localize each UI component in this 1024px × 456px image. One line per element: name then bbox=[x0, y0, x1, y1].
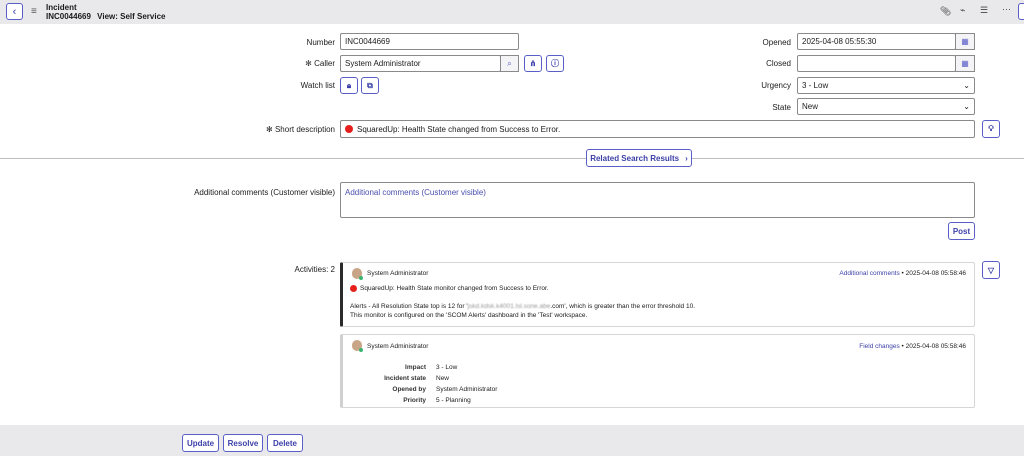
opened-label: Opened bbox=[762, 38, 791, 47]
pulse-icon[interactable]: ⌁ bbox=[960, 5, 965, 16]
record-number: INC0044669 bbox=[46, 12, 91, 21]
add-me-button[interactable]: ⧉ bbox=[361, 77, 379, 94]
field-change-row: Opened by System Administrator bbox=[343, 384, 643, 395]
field-value: System Administrator bbox=[436, 386, 498, 393]
caller-tree-button[interactable]: ⋔ bbox=[524, 55, 542, 72]
activity-field-changes-card: System Administrator Field changes • 202… bbox=[340, 334, 975, 408]
watch-list-lock-button[interactable]: 🔒︎ bbox=[340, 77, 358, 94]
red-status-icon bbox=[345, 125, 353, 133]
activity-time: 2025-04-08 05:58:46 bbox=[905, 343, 966, 350]
search-icon[interactable]: ⌕ bbox=[500, 55, 519, 72]
avatar bbox=[352, 340, 363, 352]
number-label: Number bbox=[306, 38, 335, 47]
short-description-input[interactable]: SquaredUp: Health State changed from Suc… bbox=[340, 120, 975, 138]
opened-input[interactable]: 2025-04-08 05:55:30 bbox=[797, 33, 956, 50]
activity-type: Field changes bbox=[859, 343, 900, 350]
urgency-label: Urgency bbox=[761, 81, 791, 90]
form-footer bbox=[0, 425, 1024, 456]
field-name: Incident state bbox=[384, 375, 426, 382]
red-status-icon bbox=[350, 285, 357, 292]
field-value: New bbox=[436, 375, 450, 382]
suggestion-button[interactable]: 💡︎ bbox=[982, 120, 1000, 138]
lock-icon: 🔒︎ bbox=[346, 80, 352, 90]
closed-input[interactable] bbox=[797, 55, 956, 72]
activity-body-line2: This monitor is configured on the 'SCOM … bbox=[350, 312, 588, 319]
filter-icon: ▽ bbox=[987, 265, 995, 275]
back-icon: ‹ bbox=[12, 5, 17, 18]
form-title: Incident bbox=[46, 3, 77, 12]
menu-icon[interactable]: ≡ bbox=[31, 6, 37, 17]
delete-button[interactable]: Delete bbox=[267, 434, 303, 452]
activity-type: Additional comments bbox=[839, 270, 900, 277]
post-button[interactable]: Post bbox=[948, 222, 975, 240]
field-name: Impact bbox=[405, 364, 426, 371]
activity-comment-card: System Administrator Additional comments… bbox=[340, 262, 975, 327]
activities-label: Activities: 2 bbox=[294, 265, 335, 274]
add-user-icon: ⧉ bbox=[367, 80, 373, 90]
activity-time: 2025-04-08 05:58:46 bbox=[905, 270, 966, 277]
field-change-row: Priority 5 - Planning bbox=[343, 395, 643, 406]
more-icon[interactable]: ··· bbox=[1002, 4, 1011, 14]
view-name[interactable]: View: Self Service bbox=[97, 12, 165, 21]
settings-sliders-icon[interactable]: ☰ bbox=[980, 5, 988, 16]
state-label: State bbox=[772, 103, 791, 112]
submit-button[interactable] bbox=[1018, 3, 1024, 20]
tree-icon: ⋔ bbox=[529, 59, 537, 68]
field-change-row: Incident state New bbox=[343, 373, 643, 384]
additional-comments-textarea[interactable]: Additional comments (Customer visible) bbox=[340, 182, 975, 218]
update-button[interactable]: Update bbox=[182, 434, 219, 452]
number-input[interactable]: INC0044669 bbox=[340, 33, 519, 50]
back-button[interactable]: ‹ bbox=[6, 3, 23, 20]
caller-input[interactable]: System Administrator bbox=[340, 55, 501, 72]
activity-body-line1: Alerts - All Resolution State top is 12 … bbox=[350, 303, 696, 310]
calendar-icon[interactable]: ▦ bbox=[955, 33, 975, 50]
field-change-row: Impact 3 - Low bbox=[343, 362, 643, 373]
info-icon: ⓘ bbox=[551, 59, 559, 68]
calendar-icon[interactable]: ▦ bbox=[955, 55, 975, 72]
activity-user[interactable]: System Administrator bbox=[367, 270, 428, 277]
chevron-down-icon: ⌄ bbox=[963, 102, 970, 111]
field-name: Opened by bbox=[392, 386, 426, 393]
closed-label: Closed bbox=[766, 59, 791, 68]
state-select[interactable]: New ⌄ bbox=[797, 98, 975, 115]
activity-user[interactable]: System Administrator bbox=[367, 343, 428, 350]
paperclip-icon[interactable]: 📎︎ bbox=[940, 6, 951, 17]
chevron-down-icon: ⌄ bbox=[963, 81, 970, 90]
divider bbox=[0, 158, 1024, 159]
related-search-results-button[interactable]: Related Search Results › bbox=[586, 149, 692, 167]
field-value: 3 - Low bbox=[436, 364, 458, 371]
additional-comments-label: Additional comments (Customer visible) bbox=[194, 188, 335, 197]
chevron-right-icon: › bbox=[685, 153, 688, 163]
caller-info-button[interactable]: ⓘ bbox=[546, 55, 564, 72]
field-name: Priority bbox=[403, 397, 426, 404]
urgency-select[interactable]: 3 - Low ⌄ bbox=[797, 77, 975, 94]
lightbulb-icon: 💡︎ bbox=[988, 124, 994, 133]
short-description-label: Short description bbox=[274, 125, 335, 134]
avatar bbox=[352, 268, 363, 280]
activity-title: SquaredUp: Health State monitor changed … bbox=[360, 285, 549, 292]
resolve-button[interactable]: Resolve bbox=[223, 434, 263, 452]
caller-label: Caller bbox=[314, 59, 335, 68]
field-value: 5 - Planning bbox=[436, 397, 471, 404]
filter-button[interactable]: ▽ bbox=[982, 261, 1000, 279]
watch-list-label: Watch list bbox=[300, 81, 335, 90]
